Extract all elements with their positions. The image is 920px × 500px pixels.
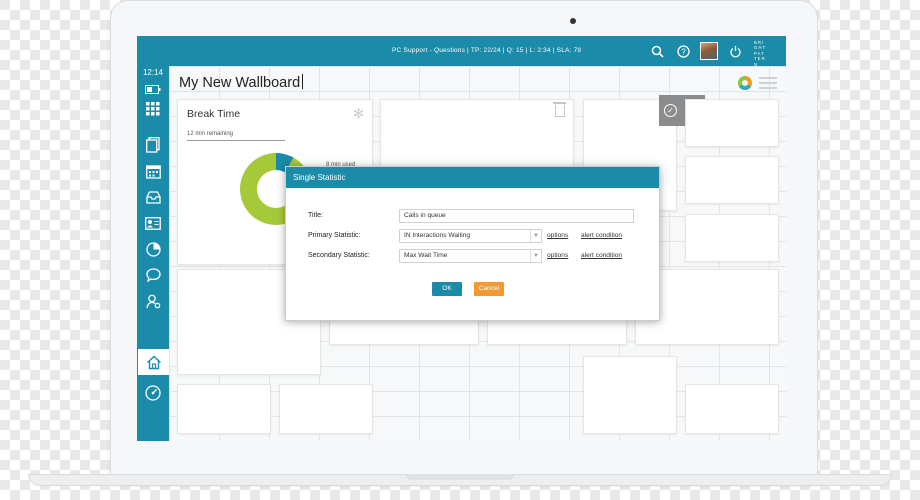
ok-button[interactable]: OK bbox=[432, 282, 462, 296]
gear-icon[interactable]: ✻ bbox=[353, 106, 364, 122]
tile-empty[interactable] bbox=[685, 384, 779, 434]
avatar[interactable] bbox=[700, 42, 718, 60]
menu-icon[interactable] bbox=[759, 77, 777, 89]
camera-icon bbox=[570, 18, 576, 24]
inbox-icon[interactable] bbox=[144, 188, 162, 206]
tile-empty[interactable] bbox=[685, 156, 779, 204]
user-settings-icon[interactable] bbox=[144, 292, 162, 310]
secondary-options-link[interactable]: options bbox=[547, 252, 568, 259]
documents-icon[interactable] bbox=[144, 136, 162, 154]
tile-title: Break Time bbox=[187, 108, 241, 120]
single-statistic-dialog: Single Statistic Title: Calls in queue P… bbox=[285, 166, 660, 321]
clock: 12:14 bbox=[142, 68, 164, 77]
search-icon[interactable] bbox=[649, 43, 665, 59]
dialog-header: Single Statistic bbox=[286, 167, 659, 188]
brand-logo: BRI GHT PAT TER N bbox=[754, 40, 778, 67]
secondary-statistic-value: Max Wait Time bbox=[404, 252, 448, 259]
chevron-down-icon: ▼ bbox=[530, 250, 541, 262]
secondary-alert-condition-link[interactable]: alert condition bbox=[581, 252, 622, 259]
secondary-statistic-label: Secondary Statistic: bbox=[308, 252, 370, 259]
primary-alert-condition-link[interactable]: alert condition bbox=[581, 232, 622, 239]
dashboard-gauge-icon[interactable] bbox=[144, 384, 162, 402]
title-input[interactable]: Calls in queue bbox=[399, 209, 634, 223]
svg-text:?: ? bbox=[681, 47, 686, 56]
tile-empty[interactable] bbox=[279, 384, 373, 434]
secondary-statistic-select[interactable]: Max Wait Time ▼ bbox=[399, 249, 542, 263]
remaining-label: 12 min remaining bbox=[187, 131, 234, 137]
trash-icon[interactable] bbox=[553, 102, 566, 117]
sidebar: 12:14 bbox=[137, 66, 169, 441]
laptop-notch bbox=[406, 474, 514, 480]
remaining-divider bbox=[187, 140, 285, 141]
help-icon[interactable]: ? bbox=[675, 43, 691, 59]
confirm-icon[interactable]: ✓ bbox=[664, 104, 677, 117]
pie-chart-icon[interactable] bbox=[144, 240, 162, 258]
chat-icon[interactable] bbox=[144, 266, 162, 284]
title-label: Title: bbox=[308, 212, 323, 219]
tile-empty[interactable] bbox=[685, 99, 779, 147]
tile-empty[interactable] bbox=[177, 384, 271, 434]
tile-empty[interactable] bbox=[685, 214, 779, 262]
contact-card-icon[interactable] bbox=[144, 214, 162, 232]
text-caret bbox=[302, 74, 304, 89]
wallboard-title-text: My New Wallboard bbox=[179, 75, 301, 91]
title-input-value: Calls in queue bbox=[404, 212, 446, 219]
wallboard-title[interactable]: My New Wallboard bbox=[179, 74, 304, 91]
top-bar: PC Support - Questions | TP: 22/24 | Q: … bbox=[137, 36, 786, 67]
power-icon[interactable] bbox=[727, 43, 743, 59]
home-icon[interactable] bbox=[138, 349, 169, 375]
primary-statistic-value: IN Interactions Waiting bbox=[404, 232, 471, 239]
status-text: PC Support - Questions | TP: 22/24 | Q: … bbox=[392, 47, 582, 54]
grid-icon[interactable] bbox=[144, 100, 162, 118]
primary-options-link[interactable]: options bbox=[547, 232, 568, 239]
primary-statistic-select[interactable]: IN Interactions Waiting ▼ bbox=[399, 229, 542, 243]
chevron-down-icon: ▼ bbox=[530, 230, 541, 242]
calendar-icon[interactable] bbox=[144, 162, 162, 180]
tile-empty[interactable] bbox=[583, 356, 677, 434]
color-wheel-icon[interactable] bbox=[738, 76, 752, 90]
primary-statistic-label: Primary Statistic: bbox=[308, 232, 361, 239]
app-screen: PC Support - Questions | TP: 22/24 | Q: … bbox=[137, 36, 786, 441]
cancel-button[interactable]: Cancel bbox=[474, 282, 504, 296]
battery-icon bbox=[144, 80, 162, 98]
